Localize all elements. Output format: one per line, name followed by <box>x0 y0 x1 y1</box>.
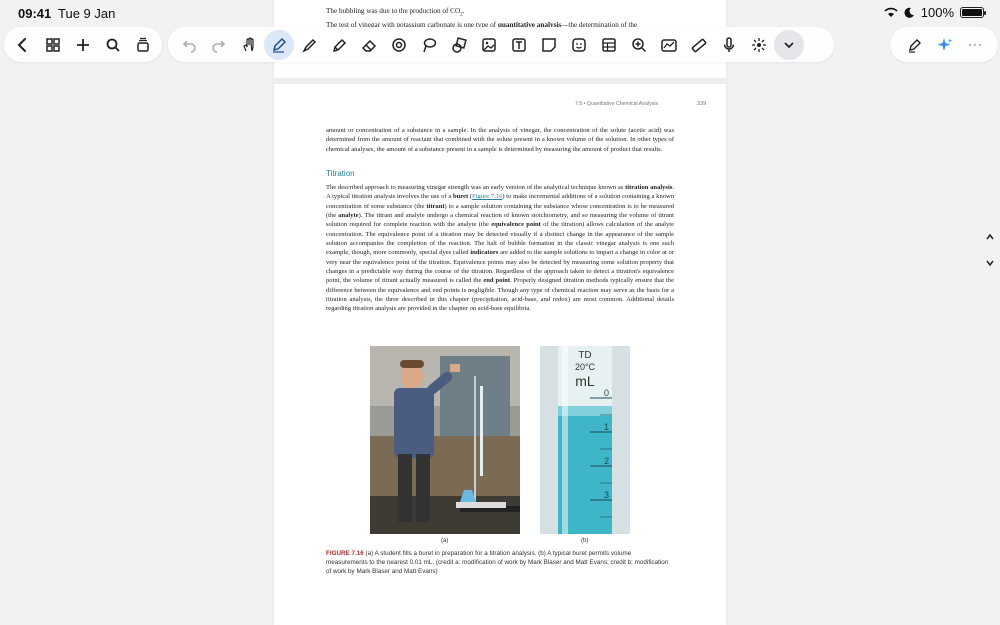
app-screen: The bubbling was due to the production o… <box>0 0 1000 625</box>
section-heading: Titration <box>326 169 355 178</box>
chevron-up-icon[interactable] <box>985 232 995 242</box>
sparkle-icon[interactable] <box>930 30 960 60</box>
lasso-icon[interactable] <box>414 30 444 60</box>
ruler-icon[interactable] <box>684 30 714 60</box>
text-icon[interactable] <box>504 30 534 60</box>
undo-icon[interactable] <box>174 30 204 60</box>
figure-link[interactable]: Figure 7.16 <box>472 193 502 200</box>
lasso-circle-icon[interactable] <box>384 30 414 60</box>
moon-icon <box>904 7 914 18</box>
buret-mark: 2 <box>604 456 609 466</box>
shapes-icon[interactable] <box>444 30 474 60</box>
sticky-note-icon[interactable] <box>534 30 564 60</box>
image-label-b: (b) <box>581 538 589 544</box>
assistant-toolbar <box>890 27 998 62</box>
redo-icon[interactable] <box>204 30 234 60</box>
paragraph-2: The described approach to measuring vine… <box>326 184 675 313</box>
battery-percent: 100% <box>920 5 954 20</box>
image-icon[interactable] <box>474 30 504 60</box>
navigation-toolbar <box>4 27 162 62</box>
image-label-a: (a) <box>441 538 449 544</box>
layers-icon[interactable] <box>128 30 158 60</box>
eraser-icon[interactable] <box>354 30 384 60</box>
drawing-toolbar <box>168 27 834 62</box>
buret-closeup-photo: TD 20°C mL 0 1 2 3 <box>540 346 630 534</box>
laser-icon[interactable] <box>744 30 774 60</box>
back-icon[interactable] <box>8 30 38 60</box>
buret-td-label: TD <box>578 350 591 361</box>
running-head: 7.5 • Quantitative Chemical Analysis <box>575 101 659 107</box>
chevron-down-icon[interactable] <box>985 258 995 268</box>
buret-mark: 3 <box>604 490 609 500</box>
sticker-icon[interactable] <box>564 30 594 60</box>
chevron-down-icon[interactable] <box>774 29 804 60</box>
add-icon[interactable] <box>68 30 98 60</box>
figure-caption: FIGURE 7.16 (a) A student fills a buret … <box>326 550 669 575</box>
brush-icon[interactable] <box>294 30 324 60</box>
buret-temperature-label: 20°C <box>575 362 596 372</box>
highlighter-icon[interactable] <box>324 30 354 60</box>
grid-icon[interactable] <box>38 30 68 60</box>
buret-unit-label: mL <box>575 373 595 389</box>
page-navigation <box>982 232 998 272</box>
page-number: 339 <box>697 101 707 107</box>
battery-icon <box>960 7 986 18</box>
paragraph-1: amount or concentration of a substance i… <box>326 127 674 153</box>
date: Tue 9 Jan <box>58 6 116 21</box>
pen-icon[interactable] <box>264 29 294 60</box>
hand-icon[interactable] <box>234 30 264 60</box>
figure-label: FIGURE 7.16 <box>326 550 364 557</box>
clock: 09:41 <box>18 6 52 21</box>
page-separator <box>274 78 726 84</box>
buret-mark: 1 <box>604 422 609 432</box>
more-icon[interactable] <box>960 30 990 60</box>
student-buret-photo <box>370 346 520 534</box>
zoom-icon[interactable] <box>624 30 654 60</box>
buret-mark: 0 <box>604 388 609 398</box>
mic-icon[interactable] <box>714 30 744 60</box>
search-icon[interactable] <box>98 30 128 60</box>
table-icon[interactable] <box>594 30 624 60</box>
status-bar: 09:41 Tue 9 Jan 100% <box>0 0 1000 26</box>
wifi-icon <box>884 7 898 17</box>
chart-icon[interactable] <box>654 30 684 60</box>
ai-pen-icon[interactable] <box>900 30 930 60</box>
